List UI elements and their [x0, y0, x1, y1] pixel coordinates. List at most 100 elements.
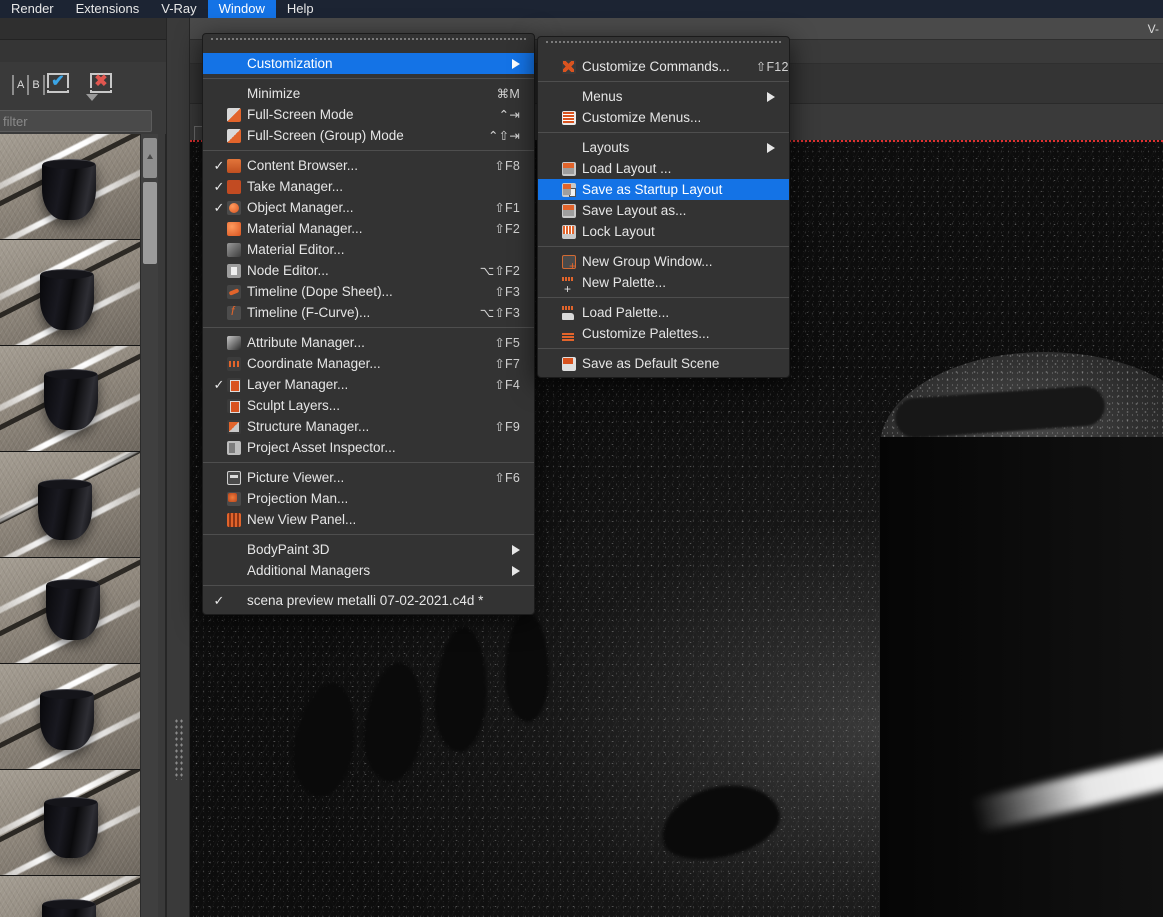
- menu-item-new-palette[interactable]: New Palette...: [538, 272, 789, 296]
- node-icon: [227, 263, 241, 278]
- submenu-arrow-icon: [512, 544, 520, 555]
- menu-item-save-layout-as[interactable]: Save Layout as...: [538, 200, 789, 221]
- menu-item-label: Customize Palettes...: [582, 326, 710, 341]
- list-item[interactable]: [0, 452, 140, 558]
- scroll-up-button[interactable]: [143, 138, 157, 178]
- menu-item-minimize[interactable]: Minimize ⌘M: [203, 83, 534, 104]
- fcurve-icon: [227, 304, 241, 320]
- menu-item-layer-manager[interactable]: ✓ Layer Manager... ⇧F4: [203, 374, 534, 395]
- menu-item-timeline-dope-sheet[interactable]: Timeline (Dope Sheet)... ⇧F3: [203, 281, 534, 302]
- menubar-item-v-ray[interactable]: V-Ray: [150, 0, 207, 18]
- menubar-item-extensions[interactable]: Extensions: [65, 0, 151, 18]
- menu-item-material-editor[interactable]: Material Editor...: [203, 239, 534, 260]
- menu-item-save-as-startup-layout[interactable]: Save as Startup Layout: [538, 179, 789, 200]
- thumbnail-list[interactable]: [0, 134, 140, 917]
- menus-icon: [562, 110, 576, 125]
- menu-item-material-manager[interactable]: Material Manager... ⇧F2: [203, 218, 534, 239]
- menu-item-content-browser[interactable]: ✓ Content Browser... ⇧F8: [203, 155, 534, 176]
- menu-item-timeline-f-curve[interactable]: Timeline (F-Curve)... ⌥⇧F3: [203, 302, 534, 323]
- menu-item-load-palette[interactable]: Load Palette...: [538, 302, 789, 323]
- list-item[interactable]: [0, 240, 140, 346]
- menu-item-additional-managers[interactable]: Additional Managers: [203, 560, 534, 581]
- approve-check-icon[interactable]: ✔: [44, 73, 72, 97]
- menu-item-label: scena preview metalli 07-02-2021.c4d *: [247, 593, 484, 608]
- filter-box[interactable]: [0, 110, 186, 132]
- menu-item-node-editor[interactable]: Node Editor... ⌥⇧F2: [203, 260, 534, 281]
- menu-item-new-view-panel[interactable]: New View Panel...: [203, 509, 534, 530]
- list-item[interactable]: [0, 876, 140, 917]
- scrollbar-thumb[interactable]: [143, 182, 157, 264]
- menu-item-label: Timeline (F-Curve)...: [247, 305, 371, 320]
- check-glyph: ✔: [51, 73, 65, 90]
- panel-divider[interactable]: [166, 18, 190, 917]
- folder-icon: [227, 158, 241, 173]
- menu-item-label: Content Browser...: [247, 158, 359, 173]
- menu-item-shortcut: ⇧F4: [494, 378, 520, 392]
- menu-item-bodypaint-3d[interactable]: BodyPaint 3D: [203, 539, 534, 560]
- menu-item-label: Projection Man...: [247, 491, 349, 506]
- menu-item-load-layout[interactable]: Load Layout ...: [538, 158, 789, 179]
- menu-item-label: Menus: [582, 89, 623, 104]
- menu-item-object-manager[interactable]: ✓ Object Manager... ⇧F1: [203, 197, 534, 218]
- menu-item-save-as-default-scene[interactable]: Save as Default Scene: [538, 353, 789, 374]
- customization-submenu[interactable]: Customize Commands... ⇧F12 Menus Customize …: [537, 36, 790, 378]
- menu-item-menus[interactable]: Menus: [538, 86, 789, 107]
- reject-cross-icon[interactable]: ✖: [87, 73, 115, 97]
- menu-item-scena-preview-metalli-07-02-2021-c4d[interactable]: ✓ scena preview metalli 07-02-2021.c4d *: [203, 590, 534, 611]
- menu-tearoff-handle[interactable]: [546, 41, 781, 53]
- menu-icon-placeholder: [562, 90, 576, 104]
- layout-icon: [562, 203, 576, 218]
- menu-separator: [538, 297, 789, 298]
- menu-item-shortcut: ⇧F2: [494, 222, 520, 236]
- menu-item-coordinate-manager[interactable]: Coordinate Manager... ⇧F7: [203, 353, 534, 374]
- menu-separator: [203, 327, 534, 328]
- left-dock-panel: A B ✔ ✖: [0, 18, 186, 917]
- checkmark-icon: ✓: [213, 592, 225, 608]
- menubar-item-window[interactable]: Window: [207, 0, 276, 18]
- list-item[interactable]: [0, 346, 140, 452]
- window-dropdown-menu[interactable]: Customization Minimize ⌘M Full-Screen Mode ⌃…: [202, 33, 535, 615]
- list-item[interactable]: [0, 558, 140, 664]
- menu-icon-placeholder: [227, 564, 241, 578]
- menu-tearoff-handle[interactable]: [211, 38, 526, 50]
- menu-item-customize-menus[interactable]: Customize Menus...: [538, 107, 789, 128]
- left-panel-tabstrip[interactable]: [0, 18, 186, 40]
- menu-item-picture-viewer[interactable]: Picture Viewer... ⇧F6: [203, 467, 534, 488]
- menu-item-label: Full-Screen (Group) Mode: [247, 128, 404, 143]
- menu-item-attribute-manager[interactable]: Attribute Manager... ⇧F5: [203, 332, 534, 353]
- menu-item-full-screen-group-mode[interactable]: Full-Screen (Group) Mode ⌃⇧⇥: [203, 125, 534, 146]
- menu-item-label: Layouts: [582, 140, 630, 155]
- menu-item-structure-manager[interactable]: Structure Manager... ⇧F9: [203, 416, 534, 437]
- menu-item-layouts[interactable]: Layouts: [538, 137, 789, 158]
- menu-item-customization[interactable]: Customization: [203, 53, 534, 74]
- menu-item-label: Object Manager...: [247, 200, 354, 215]
- menu-item-customize-commands[interactable]: Customize Commands... ⇧F12: [538, 56, 789, 77]
- coord-icon: [227, 356, 241, 371]
- list-item[interactable]: [0, 664, 140, 770]
- menu-item-label: BodyPaint 3D: [247, 542, 330, 557]
- menu-item-label: Picture Viewer...: [247, 470, 345, 485]
- list-item[interactable]: [0, 134, 140, 240]
- menu-item-new-group-window[interactable]: New Group Window...: [538, 251, 789, 273]
- panel-resize-grip[interactable]: [174, 718, 185, 780]
- menu-item-label: Additional Managers: [247, 563, 371, 578]
- menu-item-customize-palettes[interactable]: Customize Palettes...: [538, 323, 789, 344]
- menubar-item-render[interactable]: Render: [0, 0, 65, 18]
- thumbnail-scrollbar[interactable]: [140, 134, 158, 917]
- menu-item-full-screen-mode[interactable]: Full-Screen Mode ⌃⇥: [203, 104, 534, 125]
- menubar-item-help[interactable]: Help: [276, 0, 325, 18]
- menu-item-lock-layout[interactable]: Lock Layout: [538, 221, 789, 242]
- menu-item-projection-man[interactable]: Projection Man...: [203, 488, 534, 509]
- menu-item-label: Attribute Manager...: [247, 335, 365, 350]
- filter-input[interactable]: [0, 113, 179, 129]
- layer-icon: [227, 398, 241, 413]
- menu-item-sculpt-layers[interactable]: Sculpt Layers...: [203, 395, 534, 416]
- menu-item-label: New View Panel...: [247, 512, 357, 527]
- pict-icon: [227, 470, 241, 485]
- list-item[interactable]: [0, 770, 140, 876]
- menu-item-label: Take Manager...: [247, 179, 344, 194]
- menu-item-project-asset-inspector[interactable]: Project Asset Inspector...: [203, 437, 534, 458]
- menu-item-shortcut: ⇧F8: [494, 159, 520, 173]
- projm-icon: [227, 491, 241, 506]
- menu-item-take-manager[interactable]: ✓ Take Manager...: [203, 176, 534, 197]
